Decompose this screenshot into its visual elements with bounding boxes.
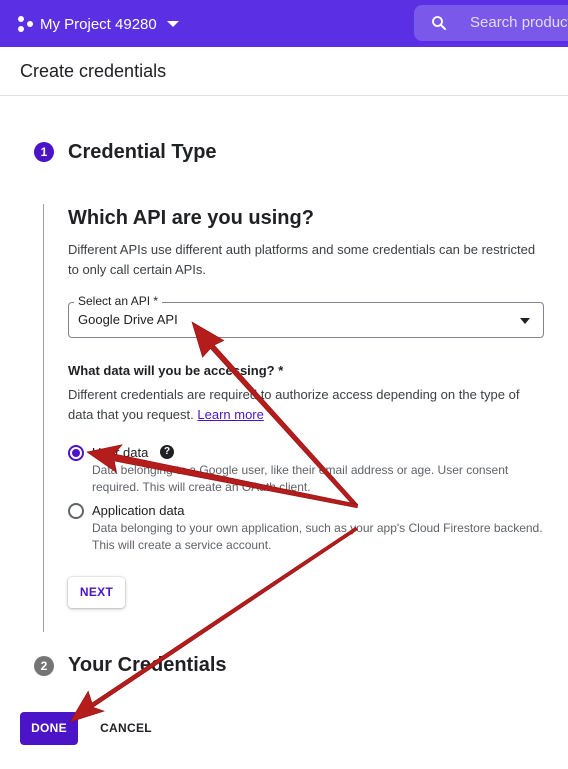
learn-more-link[interactable]: Learn more (197, 407, 263, 422)
data-question: What data will you be accessing? * (68, 363, 284, 378)
done-button[interactable]: DONE (20, 712, 78, 745)
top-app-bar: My Project 49280 Search products (0, 0, 568, 47)
application-data-radio[interactable] (68, 503, 84, 519)
data-question-description: Different credentials are required to au… (68, 385, 548, 425)
cancel-button[interactable]: CANCEL (92, 712, 160, 745)
api-heading: Which API are you using? (68, 207, 314, 229)
help-icon[interactable]: ? (160, 445, 174, 459)
project-name: My Project 49280 (40, 15, 157, 33)
search-box[interactable]: Search products (414, 5, 568, 41)
search-input[interactable]: Search products (470, 14, 568, 31)
search-icon (432, 16, 446, 30)
page-title: Create credentials (20, 61, 167, 81)
step-1-title: Credential Type (68, 141, 217, 163)
api-description: Different APIs use different auth platfo… (68, 242, 536, 277)
annotation-arrow-to-done (69, 526, 358, 723)
api-select-label: Select an API * (74, 294, 163, 308)
step-1-number: 1 (34, 142, 54, 162)
stepper-line (43, 204, 44, 632)
step-2-title: Your Credentials (68, 654, 227, 676)
chevron-down-icon (520, 318, 530, 324)
user-data-label[interactable]: User data (92, 445, 148, 460)
project-selector[interactable]: My Project 49280 (17, 12, 179, 36)
chevron-down-icon (166, 21, 179, 27)
next-button[interactable]: NEXT (68, 577, 125, 608)
user-data-radio[interactable] (68, 445, 84, 461)
application-data-label[interactable]: Application data (92, 503, 185, 518)
user-data-description: Data belonging to a Google user, like th… (92, 463, 509, 494)
header-divider (0, 95, 568, 96)
application-data-description: Data belonging to your own application, … (92, 521, 543, 552)
api-select-value: Google Drive API (78, 312, 178, 327)
project-dots-icon (17, 15, 35, 33)
data-question-text: Different credentials are required to au… (68, 387, 520, 422)
step-2-number: 2 (34, 656, 54, 676)
